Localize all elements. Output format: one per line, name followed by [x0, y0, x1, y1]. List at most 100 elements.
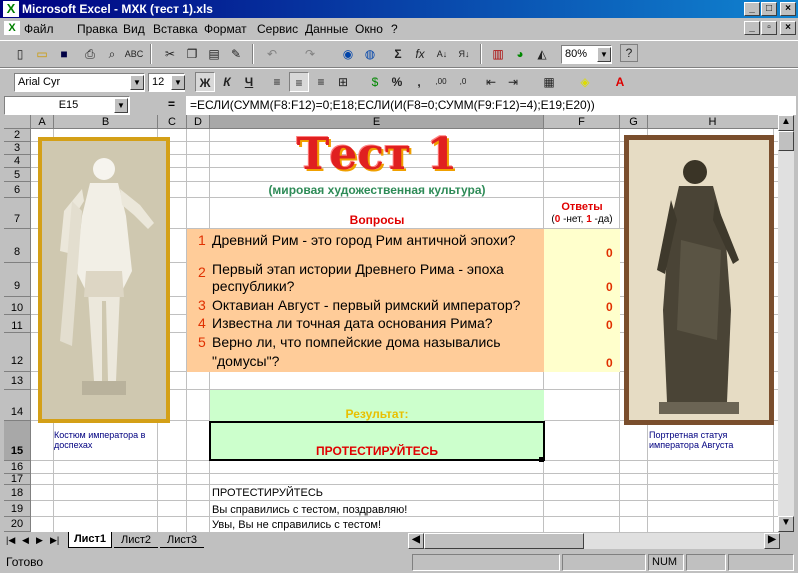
- vertical-scrollbar[interactable]: ▲ ▼: [778, 115, 794, 532]
- answer-cell[interactable]: 0: [606, 318, 613, 332]
- spelling-icon[interactable]: ABC: [124, 44, 144, 64]
- font-color-icon[interactable]: A: [610, 72, 630, 92]
- scroll-up-icon[interactable]: ▲: [778, 115, 794, 131]
- preview-icon[interactable]: ⌕: [102, 44, 122, 64]
- format-painter-icon[interactable]: ✎: [226, 44, 246, 64]
- fill-color-icon[interactable]: ◈: [575, 72, 595, 92]
- horizontal-scrollbar[interactable]: ◀ ▶: [408, 533, 780, 549]
- new-icon[interactable]: ▯: [10, 44, 30, 64]
- italic-button[interactable]: К: [217, 72, 237, 92]
- tab-next-icon[interactable]: ▶: [36, 535, 43, 546]
- doc-minimize-icon[interactable]: _: [744, 21, 760, 35]
- answer-cell[interactable]: 0: [606, 356, 613, 370]
- formula-input[interactable]: =ЕСЛИ(СУММ(F8:F12)=0;E18;ЕСЛИ(И(F8=0;СУМ…: [186, 96, 796, 115]
- col-header-f[interactable]: F: [544, 115, 620, 129]
- row-header[interactable]: 15: [4, 421, 31, 461]
- menu-help[interactable]: ?: [391, 22, 398, 36]
- col-header-d[interactable]: D: [187, 115, 210, 129]
- copy-icon[interactable]: ❐: [182, 44, 202, 64]
- font-dropdown-icon[interactable]: ▼: [130, 75, 144, 90]
- align-left-icon[interactable]: ≡: [267, 72, 287, 92]
- tab-prev-icon[interactable]: ◀: [22, 535, 29, 546]
- answer-cell[interactable]: 0: [606, 246, 613, 260]
- save-icon[interactable]: ■: [54, 44, 74, 64]
- statue-image-left[interactable]: [38, 137, 170, 423]
- scroll-right-icon[interactable]: ▶: [764, 533, 780, 549]
- percent-icon[interactable]: %: [387, 72, 407, 92]
- worksheet-grid[interactable]: A B C D E F G H I 2 3 4 5 6 7 8 9 10 11 …: [4, 115, 778, 532]
- equals-icon[interactable]: =: [168, 97, 175, 111]
- align-right-icon[interactable]: ≡: [311, 72, 331, 92]
- chart-wizard-icon[interactable]: ▥: [488, 44, 508, 64]
- h-scroll-thumb[interactable]: [424, 533, 584, 549]
- paste-icon[interactable]: ▤: [204, 44, 224, 64]
- statue-image-right[interactable]: [624, 135, 774, 425]
- col-header-b[interactable]: B: [54, 115, 158, 129]
- col-header-c[interactable]: C: [158, 115, 187, 129]
- row-header[interactable]: 10: [4, 297, 31, 315]
- decrease-indent-icon[interactable]: ⇤: [481, 72, 501, 92]
- comma-icon[interactable]: ,: [409, 72, 429, 92]
- hyperlink-icon[interactable]: ◉: [338, 44, 358, 64]
- map-icon[interactable]: ◕: [510, 44, 530, 64]
- doc-restore-icon[interactable]: ▫: [761, 21, 777, 35]
- tab-last-icon[interactable]: ▶|: [50, 535, 59, 546]
- answer-cell[interactable]: 0: [606, 280, 613, 294]
- col-header-e[interactable]: E: [210, 115, 544, 129]
- web-toolbar-icon[interactable]: ◍: [360, 44, 380, 64]
- bold-button[interactable]: Ж: [195, 72, 215, 92]
- row-header[interactable]: 13: [4, 372, 31, 390]
- merge-center-icon[interactable]: ⊞: [333, 72, 353, 92]
- maximize-icon[interactable]: □: [761, 2, 777, 16]
- drawing-icon[interactable]: ◭: [532, 44, 552, 64]
- row-header[interactable]: 17: [4, 474, 31, 485]
- tab-sheet3[interactable]: Лист3: [160, 533, 204, 548]
- menu-view[interactable]: Вид: [123, 22, 145, 36]
- name-box[interactable]: E15: [4, 96, 130, 115]
- tab-first-icon[interactable]: |◀: [6, 535, 15, 546]
- increase-indent-icon[interactable]: ⇥: [503, 72, 523, 92]
- underline-button[interactable]: Ч: [239, 72, 259, 92]
- row-header[interactable]: 6: [4, 182, 31, 198]
- row-header[interactable]: 2: [4, 129, 31, 142]
- doc-close-icon[interactable]: ×: [780, 21, 796, 35]
- col-header-g[interactable]: G: [620, 115, 648, 129]
- answer-cell[interactable]: 0: [606, 300, 613, 314]
- row-header[interactable]: 9: [4, 263, 31, 297]
- scroll-thumb[interactable]: [778, 131, 794, 151]
- sort-desc-icon[interactable]: Я↓: [454, 44, 474, 64]
- font-select[interactable]: Arial Cyr: [14, 73, 145, 92]
- help-icon[interactable]: ?: [620, 44, 638, 62]
- row-header[interactable]: 12: [4, 333, 31, 372]
- scroll-left-icon[interactable]: ◀: [408, 533, 424, 549]
- row-header[interactable]: 4: [4, 155, 31, 168]
- menu-insert[interactable]: Вставка: [153, 22, 198, 36]
- menu-tools[interactable]: Сервис: [257, 22, 298, 36]
- menu-format[interactable]: Формат: [204, 22, 247, 36]
- menu-edit[interactable]: Правка: [77, 22, 118, 36]
- row-header[interactable]: 19: [4, 501, 31, 517]
- col-header-a[interactable]: A: [31, 115, 54, 129]
- autosum-icon[interactable]: Σ: [388, 44, 408, 64]
- row-header[interactable]: 7: [4, 198, 31, 229]
- cut-icon[interactable]: ✂: [160, 44, 180, 64]
- row-header[interactable]: 11: [4, 315, 31, 333]
- cell-e18[interactable]: ПРОТЕСТИРУЙТЕСЬ: [212, 487, 323, 499]
- size-dropdown-icon[interactable]: ▼: [171, 75, 185, 90]
- excel-icon[interactable]: X: [3, 1, 19, 17]
- document-icon[interactable]: X: [4, 21, 20, 35]
- menu-file[interactable]: Файл: [24, 22, 54, 36]
- close-icon[interactable]: ×: [780, 2, 796, 16]
- tab-sheet2[interactable]: Лист2: [114, 533, 158, 548]
- menu-window[interactable]: Окно: [355, 22, 383, 36]
- cell-e19[interactable]: Вы справились с тестом, поздравляю!: [212, 504, 407, 516]
- row-header[interactable]: 5: [4, 168, 31, 182]
- row-header[interactable]: 14: [4, 390, 31, 421]
- tab-sheet1[interactable]: Лист1: [68, 532, 112, 548]
- minimize-icon[interactable]: _: [744, 2, 760, 16]
- decrease-decimal-icon[interactable]: ,0: [453, 72, 473, 92]
- row-header[interactable]: 3: [4, 142, 31, 155]
- undo-icon[interactable]: ↶: [262, 44, 282, 64]
- cell-e20[interactable]: Увы, Вы не справились с тестом!: [212, 519, 381, 531]
- redo-icon[interactable]: ↷: [300, 44, 320, 64]
